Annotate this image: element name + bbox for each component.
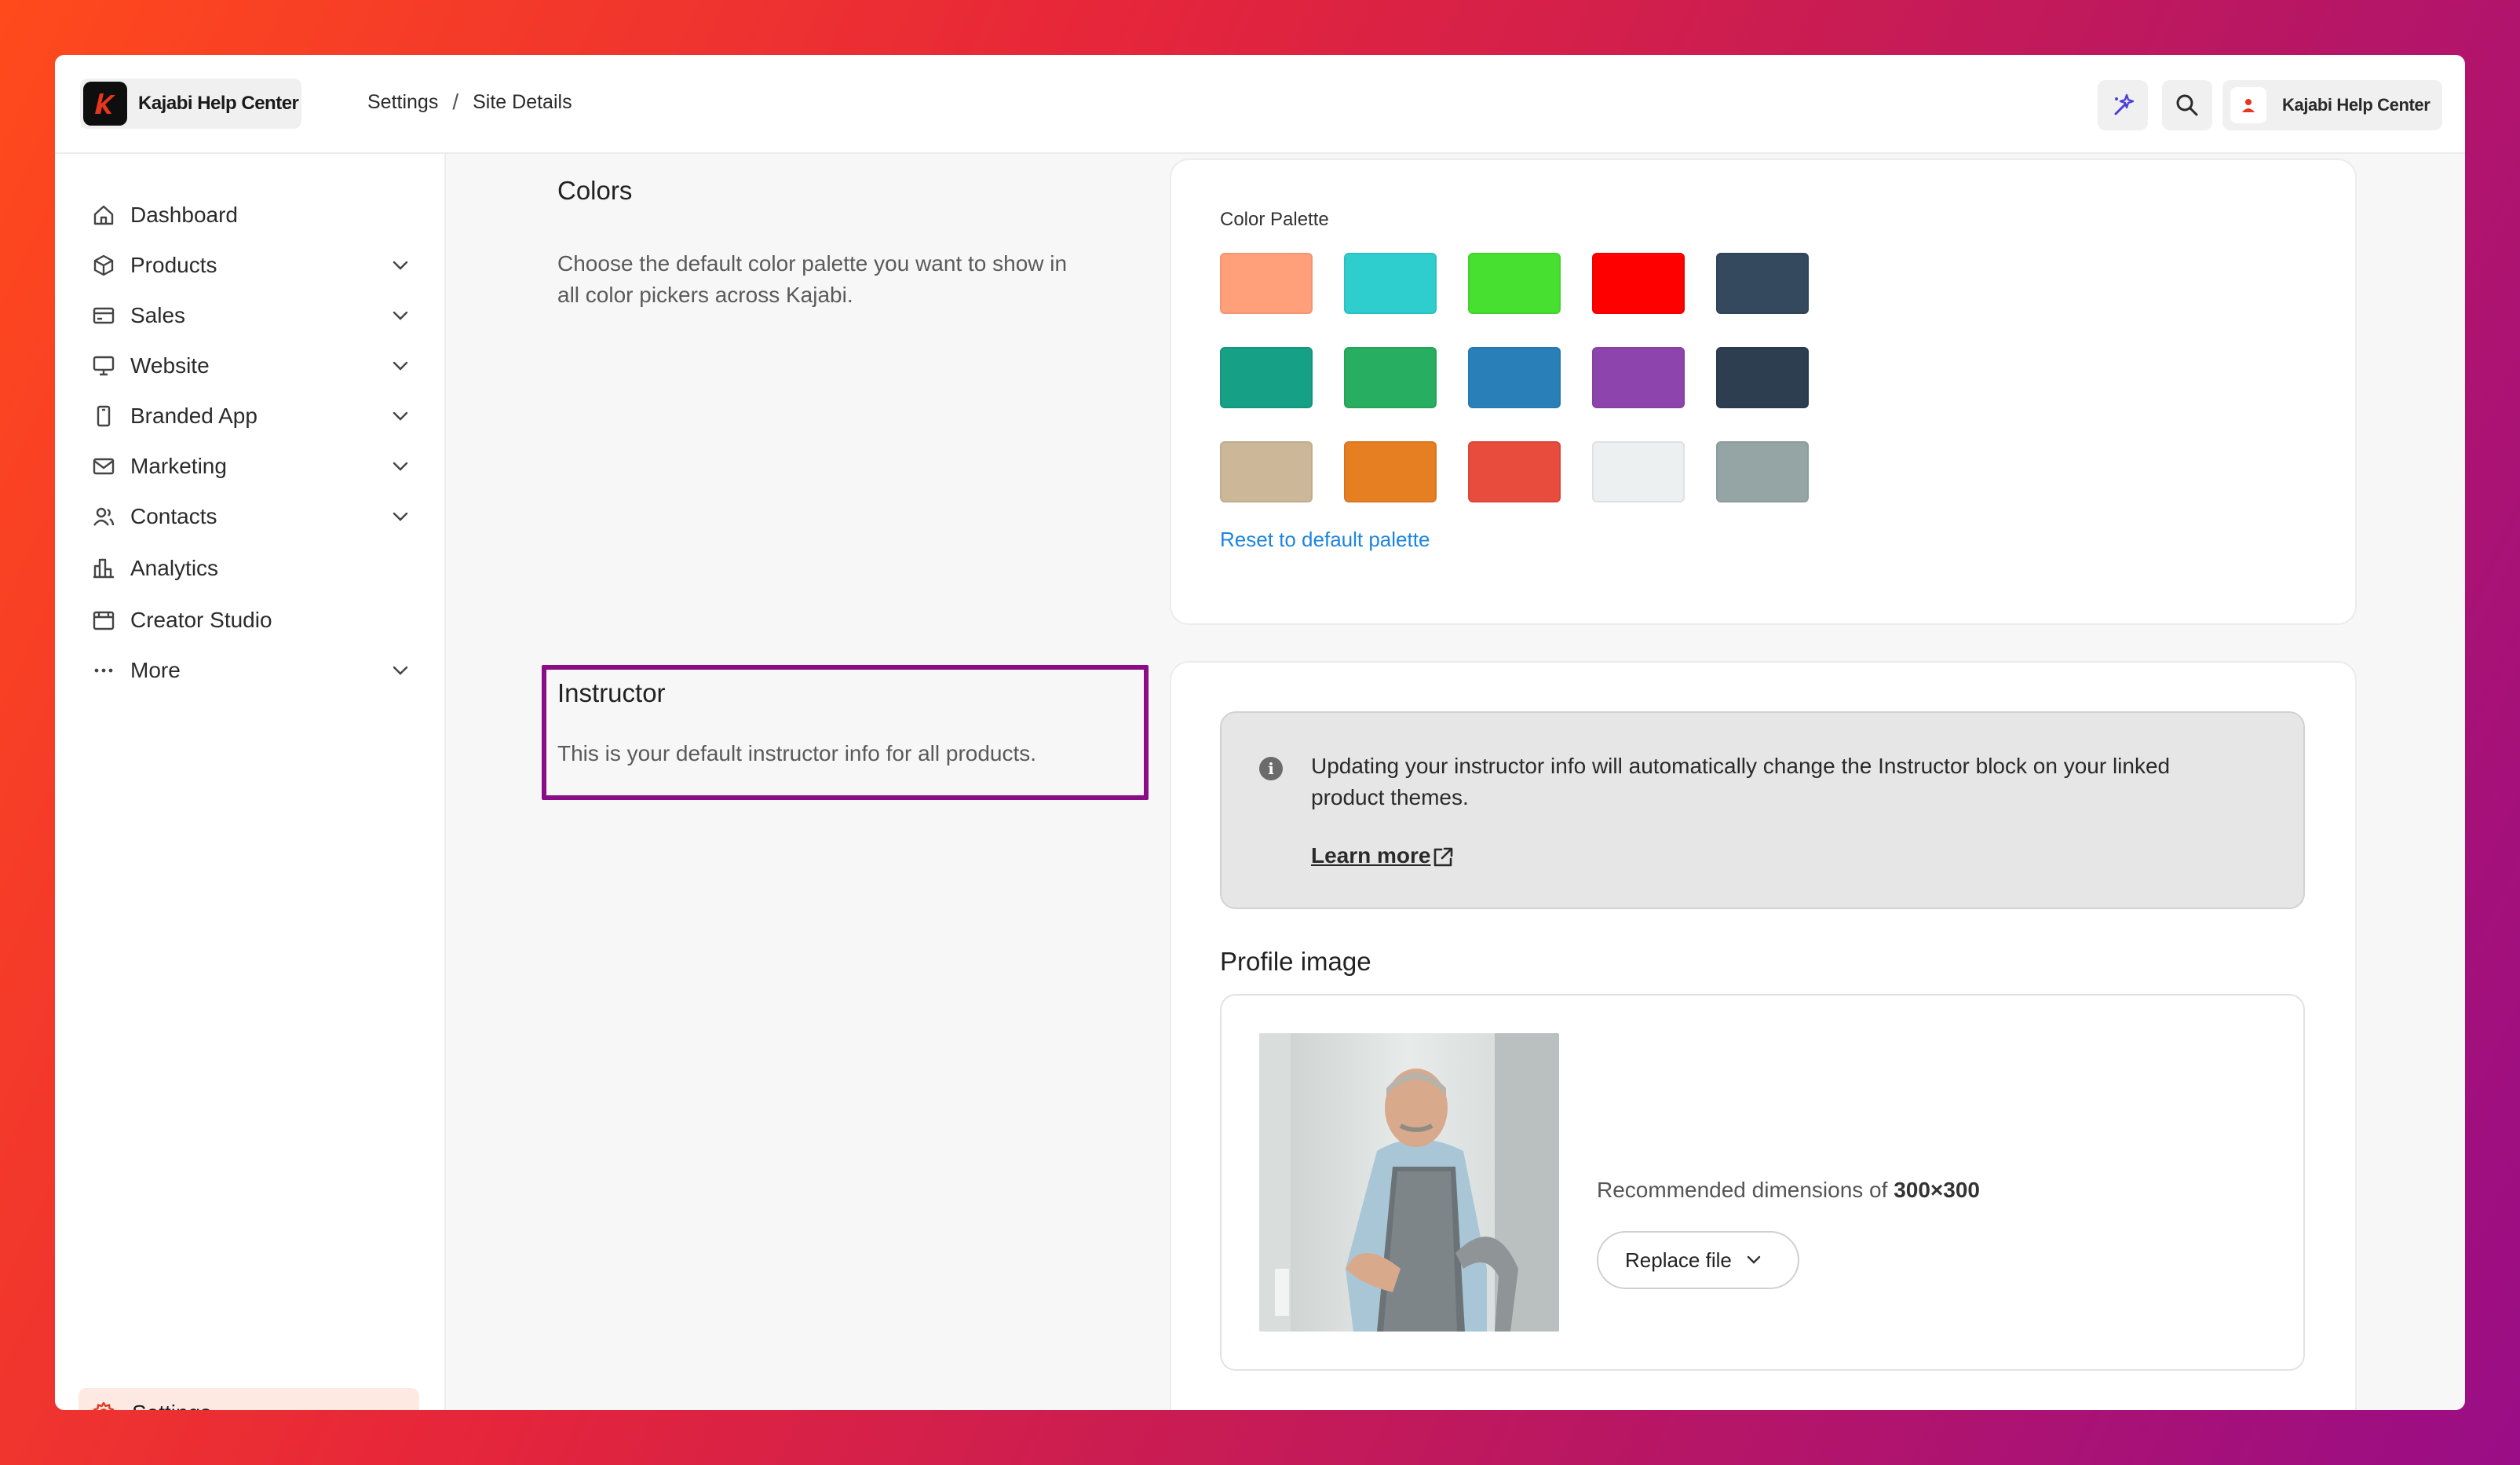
brand-switcher[interactable]: Kajabi Help Center xyxy=(80,79,301,129)
recommended-dimensions: Recommended dimensions of 300×300 xyxy=(1597,1178,1980,1203)
notice-text-line: product themes. xyxy=(1311,785,1469,809)
phone-icon xyxy=(89,402,118,430)
chevron-down-icon xyxy=(1747,1255,1761,1264)
sidebar-item-label: Analytics xyxy=(130,556,219,580)
recommended-value: 300×300 xyxy=(1894,1178,1980,1202)
color-swatch[interactable] xyxy=(1716,253,1809,314)
sidebar-item-sales[interactable]: Sales xyxy=(77,294,422,338)
contacts-icon xyxy=(89,502,118,531)
info-icon: i xyxy=(1259,757,1283,780)
color-swatch[interactable] xyxy=(1592,253,1685,314)
sidebar-item-settings[interactable]: Settings xyxy=(79,1388,419,1410)
sidebar-item-label: Contacts xyxy=(130,504,217,528)
sidebar-item-website[interactable]: Website xyxy=(77,344,422,388)
colors-description-line: Choose the default color palette you wan… xyxy=(557,251,1068,276)
sidebar-item-label: More xyxy=(130,658,181,682)
sidebar-item-label: Products xyxy=(130,253,217,277)
sidebar-item-dashboard[interactable]: Dashboard xyxy=(77,193,422,237)
home-icon xyxy=(89,201,118,229)
sidebar-item-products[interactable]: Products xyxy=(77,243,422,287)
profile-photo xyxy=(1259,1033,1559,1332)
chevron-down-icon[interactable] xyxy=(388,353,413,378)
breadcrumb-settings[interactable]: Settings xyxy=(367,91,438,114)
sidebar: Dashboard Products Sales Website Branded… xyxy=(55,154,446,1410)
color-swatch[interactable] xyxy=(1468,347,1561,408)
color-palette-label: Color Palette xyxy=(1220,209,1329,230)
sidebar-item-label: Branded App xyxy=(130,404,257,428)
color-swatch[interactable] xyxy=(1344,347,1437,408)
color-swatch[interactable] xyxy=(1468,441,1561,502)
mail-icon xyxy=(89,452,118,480)
sidebar-item-branded-app[interactable]: Branded App xyxy=(77,394,422,438)
notice-text-line: Updating your instructor info will autom… xyxy=(1311,754,2171,778)
credit-card-icon xyxy=(89,301,118,330)
recommended-prefix: Recommended dimensions of xyxy=(1597,1178,1894,1202)
sidebar-item-label: Settings xyxy=(132,1401,211,1410)
learn-more-link[interactable]: Learn more xyxy=(1311,843,1431,868)
chevron-down-icon[interactable] xyxy=(388,504,413,529)
sidebar-item-label: Creator Studio xyxy=(130,608,272,632)
breadcrumb-site-details: Site Details xyxy=(473,90,572,113)
color-swatch[interactable] xyxy=(1468,253,1561,314)
search-button[interactable] xyxy=(2162,80,2212,130)
sidebar-item-label: Dashboard xyxy=(130,203,238,227)
instructor-section-title: Instructor xyxy=(557,678,666,707)
monitor-icon xyxy=(89,352,118,380)
app-window: Kajabi Help Center Settings / Site Detai… xyxy=(55,55,2465,1410)
user-icon xyxy=(2242,99,2255,112)
sidebar-item-label: Marketing xyxy=(130,454,227,478)
external-link-icon[interactable] xyxy=(1430,845,1455,870)
sidebar-item-label: Sales xyxy=(130,303,186,327)
reset-palette-link[interactable]: Reset to default palette xyxy=(1220,528,1430,552)
calendar-icon xyxy=(89,606,118,634)
breadcrumb-separator: / xyxy=(452,90,459,114)
sidebar-item-label: Website xyxy=(130,353,210,378)
chevron-down-icon[interactable] xyxy=(388,454,413,479)
color-swatch[interactable] xyxy=(1220,253,1313,314)
sidebar-item-marketing[interactable]: Marketing xyxy=(77,444,422,488)
notice-text: Updating your instructor info will autom… xyxy=(1311,751,2277,813)
replace-file-label: Replace file xyxy=(1625,1248,1732,1272)
sparkle-icon xyxy=(2114,93,2135,115)
chevron-down-icon[interactable] xyxy=(388,658,413,683)
ai-assistant-button[interactable] xyxy=(2098,80,2148,130)
replace-file-button[interactable]: Replace file xyxy=(1597,1231,1799,1289)
color-swatch[interactable] xyxy=(1716,441,1809,502)
colors-description-line: all color pickers across Kajabi. xyxy=(557,283,853,307)
color-swatch[interactable] xyxy=(1220,347,1313,408)
color-swatch[interactable] xyxy=(1716,347,1809,408)
avatar xyxy=(2230,87,2266,123)
color-swatch[interactable] xyxy=(1344,441,1437,502)
sidebar-item-contacts[interactable]: Contacts xyxy=(77,495,422,539)
color-swatch[interactable] xyxy=(1592,347,1685,408)
kajabi-logo-icon xyxy=(83,82,127,126)
gear-icon xyxy=(89,1399,118,1410)
box-icon xyxy=(89,251,118,279)
brand-name: Kajabi Help Center xyxy=(138,93,299,114)
profile-image-box: Recommended dimensions of 300×300 Replac… xyxy=(1220,994,2305,1371)
colors-section-title: Colors xyxy=(557,176,633,205)
sidebar-item-analytics[interactable]: Analytics xyxy=(77,546,422,590)
account-menu[interactable]: Kajabi Help Center xyxy=(2222,80,2442,130)
search-icon xyxy=(2176,94,2198,116)
chevron-down-icon[interactable] xyxy=(388,404,413,429)
account-name: Kajabi Help Center xyxy=(2282,95,2431,115)
sidebar-item-creator-studio[interactable]: Creator Studio xyxy=(77,598,422,642)
bar-chart-icon xyxy=(89,554,118,583)
instructor-section-description: This is your default instructor info for… xyxy=(557,741,1037,765)
instructor-info-notice: i Updating your instructor info will aut… xyxy=(1220,711,2305,909)
color-swatch[interactable] xyxy=(1592,441,1685,502)
color-swatch[interactable] xyxy=(1344,253,1437,314)
color-swatch[interactable] xyxy=(1220,441,1313,502)
breadcrumb: Settings / Site Details xyxy=(367,90,572,115)
more-dots-icon xyxy=(89,656,118,685)
chevron-down-icon[interactable] xyxy=(388,253,413,278)
colors-section-description: Choose the default color palette you wan… xyxy=(557,248,1067,311)
sidebar-item-more[interactable]: More xyxy=(77,648,422,692)
profile-image-title: Profile image xyxy=(1220,947,1371,976)
top-bar: Kajabi Help Center Settings / Site Detai… xyxy=(55,55,2465,154)
chevron-down-icon[interactable] xyxy=(388,303,413,328)
